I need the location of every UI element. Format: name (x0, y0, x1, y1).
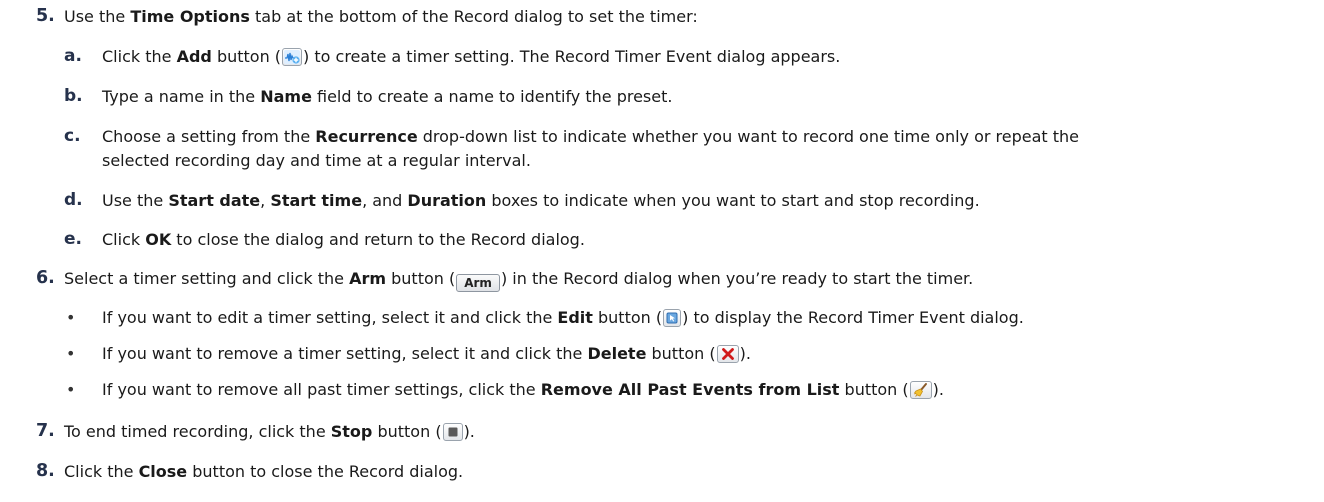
bullet-text: If you want to edit a timer setting, sel… (102, 308, 1024, 327)
substep-text: Click OK to close the dialog and return … (102, 230, 585, 249)
edit-icon (663, 309, 682, 327)
bullet-text: If you want to remove a timer setting, s… (102, 344, 751, 363)
add-waveform-icon (282, 48, 303, 66)
substep-letter: e. (64, 229, 82, 249)
step-text: Use the Time Options tab at the bottom o… (64, 7, 698, 26)
bullet-text: If you want to remove all past timer set… (102, 380, 944, 399)
document-page: 5. Use the Time Options tab at the botto… (0, 0, 1324, 502)
step-text: Select a timer setting and click the Arm… (64, 269, 974, 292)
substep-text-line2: selected recording day and time at a reg… (102, 151, 531, 170)
step-text: Click the Close button to close the Reco… (64, 462, 464, 481)
step-number: 8. (36, 461, 55, 481)
broom-icon (909, 381, 932, 399)
bullet-marker: • (66, 308, 76, 327)
substep-letter: d. (64, 190, 83, 210)
bullet-marker: • (66, 344, 76, 363)
delete-x-icon (716, 345, 739, 363)
substep-text: Type a name in the Name field to create … (102, 87, 673, 106)
step-number: 5. (36, 6, 55, 26)
stop-icon (442, 423, 463, 441)
substep-text: Choose a setting from the Recurrence dro… (102, 127, 1080, 146)
step-text: To end timed recording, click the Stop b… (64, 422, 475, 441)
substep-letter: a. (64, 46, 82, 66)
substep-letter: b. (64, 86, 83, 106)
substep-text: Click the Add button () to create a time… (102, 47, 841, 66)
bullet-marker: • (66, 380, 76, 399)
step-number: 6. (36, 268, 55, 288)
step-number: 7. (36, 421, 55, 441)
substep-letter: c. (64, 126, 81, 146)
arm-button-image: Arm (456, 274, 500, 292)
substep-text: Use the Start date, Start time, and Dura… (102, 191, 980, 210)
